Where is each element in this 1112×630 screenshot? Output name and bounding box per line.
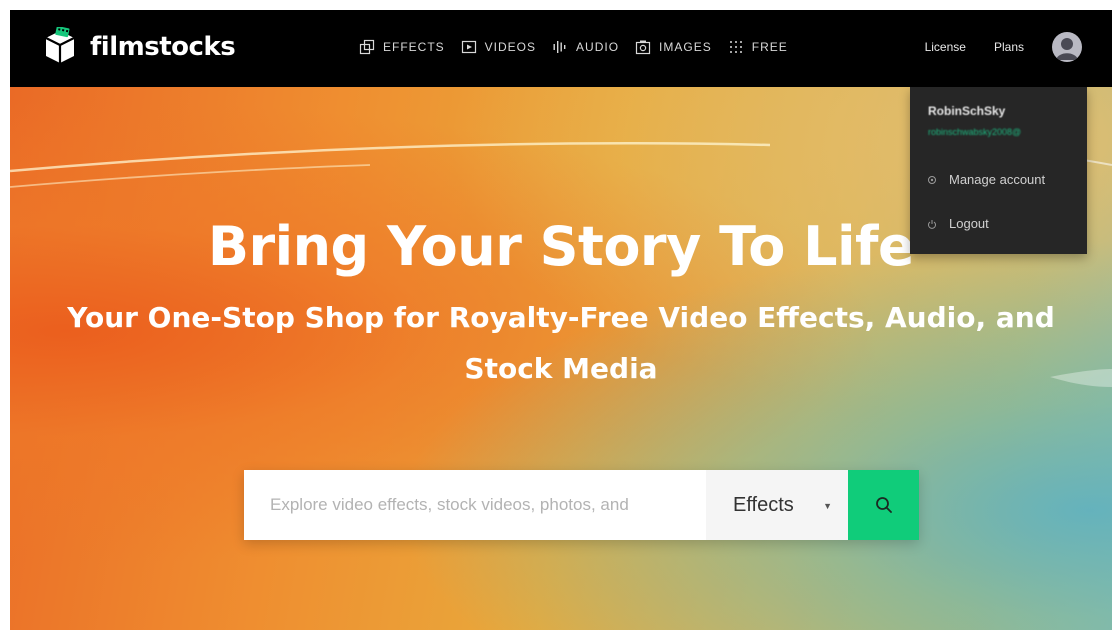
search-icon <box>875 497 892 513</box>
plans-link[interactable]: Plans <box>994 40 1024 54</box>
nav-videos[interactable]: VIDEOS <box>461 39 536 55</box>
main-nav: EFFECTS VIDEOS AUDIO IMAGES FREE <box>359 39 804 55</box>
manage-account-item[interactable]: Manage account <box>927 172 1045 187</box>
nav-videos-label: VIDEOS <box>484 40 537 54</box>
filmstocks-logo-icon <box>45 27 75 63</box>
nav-account-area: License Plans <box>925 32 1082 62</box>
play-icon <box>461 40 476 54</box>
license-link[interactable]: License <box>925 40 966 54</box>
avatar[interactable] <box>1052 32 1082 62</box>
account-email: robinschwabsky2008@ <box>928 127 1022 137</box>
grid-icon <box>729 41 742 53</box>
logout-item[interactable]: Logout <box>927 216 989 231</box>
nav-effects[interactable]: EFFECTS <box>359 39 445 55</box>
manage-account-label: Manage account <box>949 172 1046 187</box>
nav-images[interactable]: IMAGES <box>635 39 712 55</box>
settings-icon <box>928 175 936 184</box>
brand-name: filmstocks <box>90 32 236 62</box>
nav-effects-label: EFFECTS <box>383 40 445 54</box>
search-input[interactable] <box>244 470 706 540</box>
search-bar: Effects ▼ <box>244 470 919 540</box>
browser-viewport: filmstocks EFFECTS VIDEOS AUDIO IMAGES F… <box>10 10 1112 630</box>
search-button[interactable] <box>848 470 919 540</box>
logout-label: Logout <box>949 216 989 231</box>
account-dropdown-menu: RobinSchSky robinschwabsky2008@ Manage a… <box>910 87 1087 254</box>
user-avatar-icon <box>1056 38 1078 60</box>
image-icon <box>635 40 651 55</box>
nav-free[interactable]: FREE <box>728 39 788 55</box>
category-select[interactable]: Effects ▼ <box>706 470 848 540</box>
nav-free-label: FREE <box>751 40 788 54</box>
account-username: RobinSchSky <box>928 104 1006 118</box>
audio-icon <box>553 41 566 53</box>
hero-subtitle: Your One-Stop Shop for Royalty-Free Vide… <box>67 301 1055 385</box>
effects-icon <box>359 39 375 55</box>
brand-logo[interactable]: filmstocks <box>40 27 236 67</box>
nav-audio[interactable]: AUDIO <box>552 39 619 55</box>
power-icon <box>928 219 936 229</box>
nav-audio-label: AUDIO <box>576 40 620 54</box>
category-select-value: Effects <box>733 493 794 516</box>
nav-images-label: IMAGES <box>659 40 712 54</box>
top-navbar: filmstocks EFFECTS VIDEOS AUDIO IMAGES F… <box>10 10 1112 87</box>
chevron-down-icon: ▼ <box>823 501 832 511</box>
